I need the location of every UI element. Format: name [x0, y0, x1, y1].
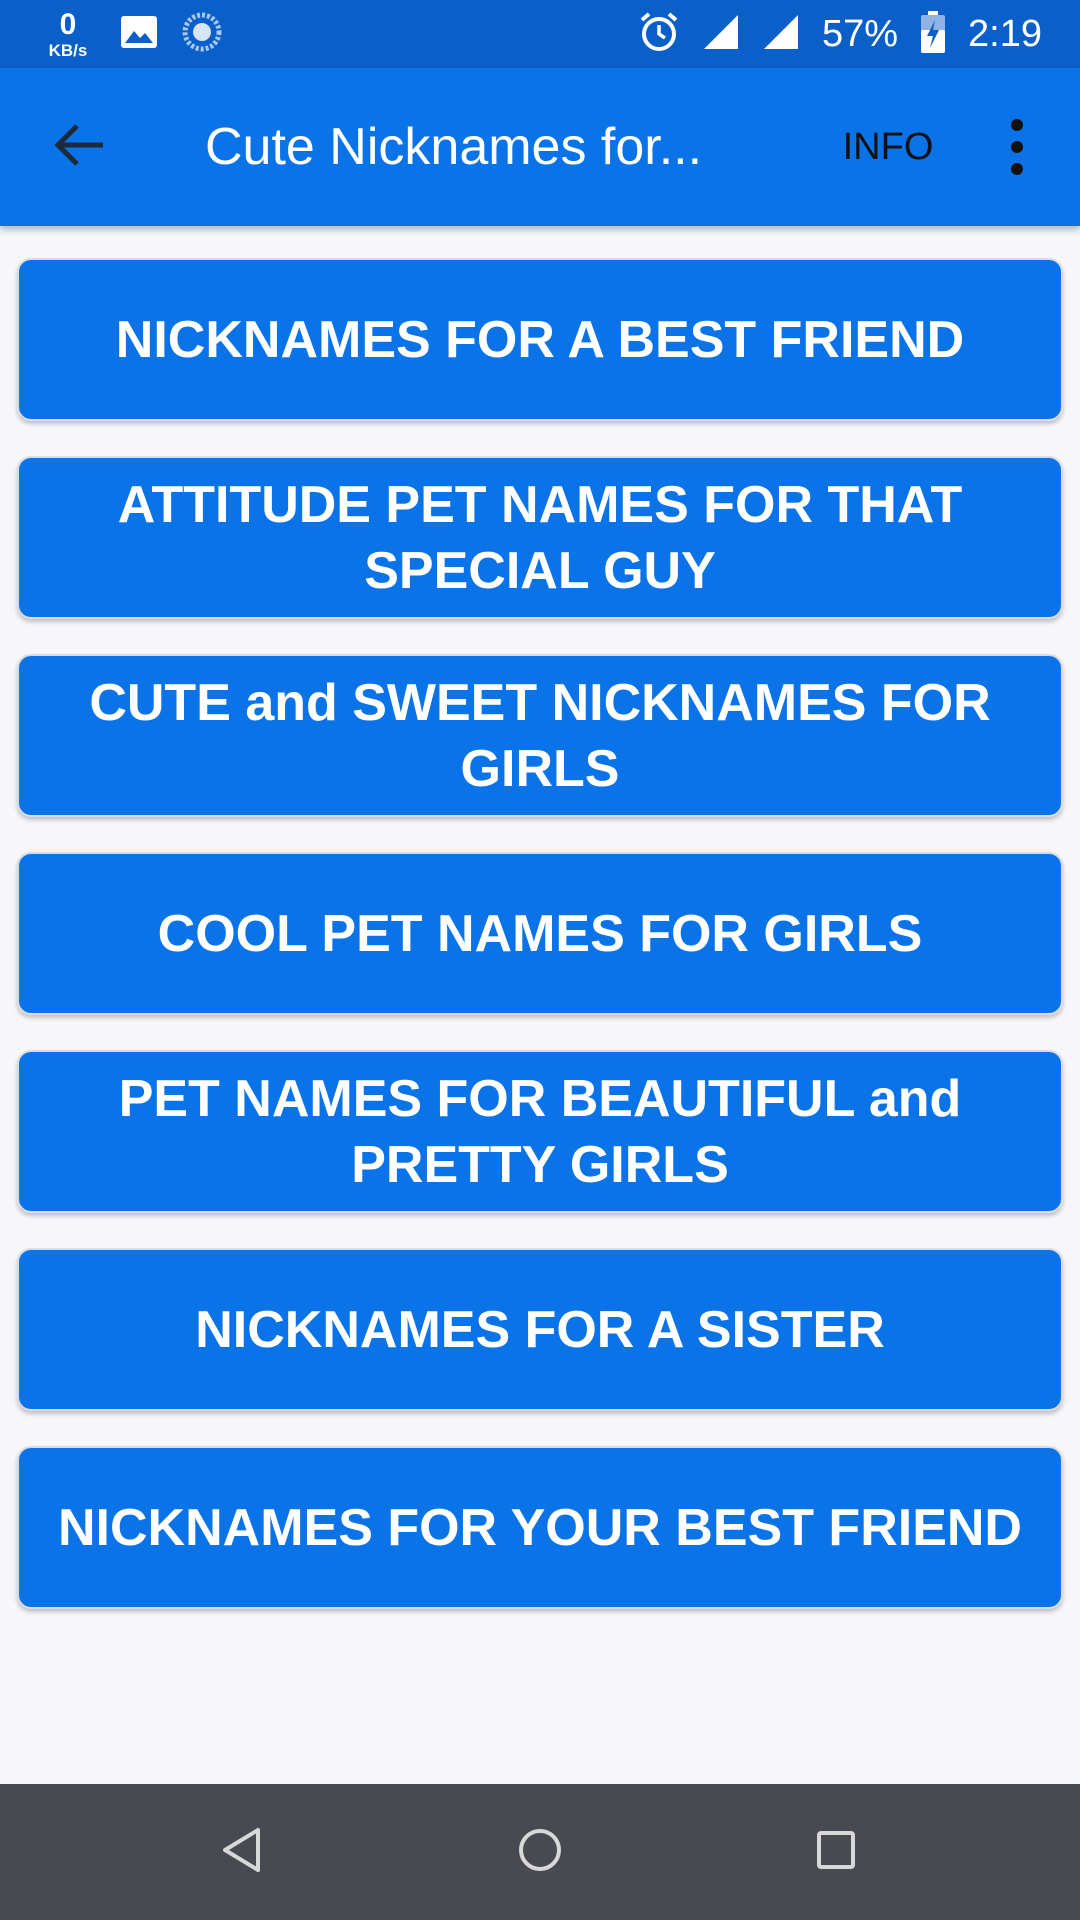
category-list: NICKNAMES FOR A BEST FRIEND ATTITUDE PET…: [0, 226, 1080, 1784]
category-button-cute-sweet-girls[interactable]: CUTE and SWEET NICKNAMES FOR GIRLS: [17, 654, 1063, 817]
nav-home-icon: [516, 1826, 564, 1879]
navigation-bar: [0, 1784, 1080, 1920]
network-speed-unit: KB/s: [48, 40, 88, 60]
status-bar: 0 KB/s 57% 2:19: [0, 0, 1080, 68]
overflow-menu-icon: [1011, 119, 1023, 131]
category-button-best-friend[interactable]: NICKNAMES FOR A BEST FRIEND: [17, 258, 1063, 421]
category-button-beautiful-pretty-girls[interactable]: PET NAMES FOR BEAUTIFUL and PRETTY GIRLS: [17, 1050, 1063, 1213]
status-bar-right: 57% 2:19: [638, 0, 1042, 68]
overflow-menu-button[interactable]: [995, 112, 1039, 182]
clock: 2:19: [968, 13, 1042, 55]
nav-recents-icon: [814, 1828, 858, 1877]
app-bar: Cute Nicknames for... INFO: [0, 68, 1080, 226]
signal-icon: [762, 13, 800, 56]
nav-back-button[interactable]: [212, 1822, 272, 1882]
nav-recents-button[interactable]: [806, 1822, 866, 1882]
status-bar-left: 0 KB/s: [40, 6, 222, 62]
overflow-menu-icon: [1011, 141, 1023, 153]
network-speed: 0 KB/s: [40, 7, 96, 60]
nav-home-button[interactable]: [510, 1822, 570, 1882]
battery-percent: 57%: [821, 13, 899, 55]
page-title: Cute Nicknames for...: [205, 118, 703, 176]
alarm-icon: [638, 11, 680, 58]
nav-back-icon: [220, 1826, 264, 1879]
image-icon: [120, 15, 158, 54]
category-button-your-best-friend[interactable]: NICKNAMES FOR YOUR BEST FRIEND: [17, 1446, 1063, 1609]
category-button-sister[interactable]: NICKNAMES FOR A SISTER: [17, 1248, 1063, 1411]
network-speed-value: 0: [59, 7, 77, 41]
back-button[interactable]: [44, 112, 114, 182]
signal-icon: [702, 13, 740, 56]
category-button-cool-girls[interactable]: COOL PET NAMES FOR GIRLS: [17, 852, 1063, 1015]
info-button[interactable]: INFO: [828, 112, 948, 182]
loading-icon: [182, 12, 222, 57]
back-arrow-icon: [53, 123, 105, 172]
overflow-menu-icon: [1011, 163, 1023, 175]
battery-charging-icon: [920, 10, 946, 59]
category-button-special-guy[interactable]: ATTITUDE PET NAMES FOR THAT SPECIAL GUY: [17, 456, 1063, 619]
